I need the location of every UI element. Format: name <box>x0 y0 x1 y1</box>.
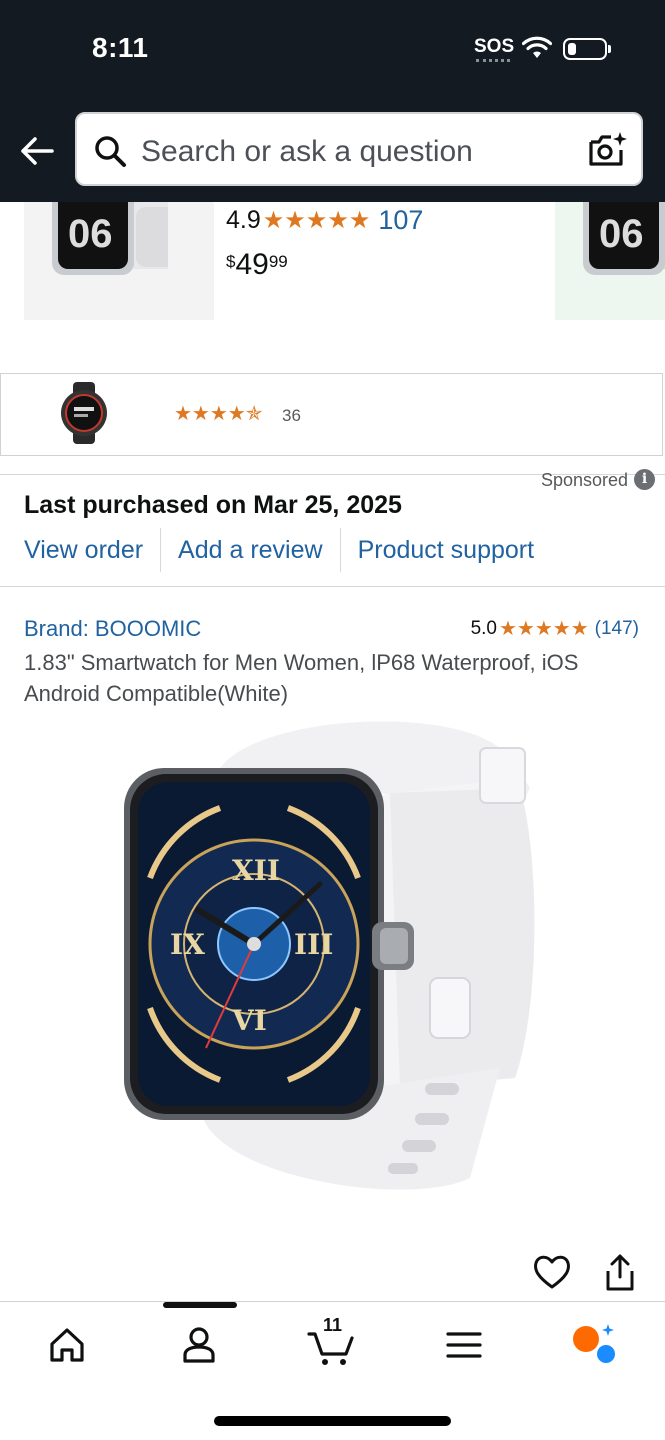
menu-icon[interactable] <box>439 1320 489 1370</box>
ad-review-count: 36 <box>282 406 301 425</box>
app-header: 8:11 SOS Search or ask a question <box>0 0 665 202</box>
sponsored-label: Sponsored <box>541 470 629 490</box>
sponsored-ad-card[interactable]: ★★★★✯ 36 <box>0 373 663 456</box>
svg-text:06: 06 <box>68 212 113 256</box>
battery-tip <box>608 45 611 53</box>
rufus-icon[interactable] <box>570 1320 620 1370</box>
info-icon[interactable]: i <box>634 469 655 490</box>
svg-text:IX: IX <box>170 928 205 961</box>
link-separator <box>160 528 162 572</box>
svg-text:XII: XII <box>232 854 280 887</box>
ad-star-rating-icon: ★★★★✯ <box>174 403 263 425</box>
back-arrow-icon[interactable] <box>18 132 56 170</box>
search-input[interactable]: Search or ask a question <box>75 112 643 186</box>
active-tab-indicator <box>163 1302 237 1308</box>
home-indicator <box>214 1416 451 1426</box>
smartwatch-green-image: 06 <box>583 202 665 275</box>
wifi-icon <box>522 36 552 58</box>
sos-indicator: SOS <box>474 36 515 57</box>
camera-search-icon[interactable] <box>587 130 627 170</box>
heart-icon[interactable] <box>532 1253 572 1291</box>
account-icon[interactable] <box>174 1320 224 1370</box>
review-count-link[interactable]: 107 <box>378 205 423 236</box>
status-time: 8:11 <box>92 32 149 63</box>
star-rating-icon: ★★★★★ <box>262 207 371 234</box>
brand-link[interactable]: Brand: BOOOMIC <box>24 616 201 642</box>
purchase-links: View order Add a review Product support <box>24 528 534 572</box>
cart-icon[interactable] <box>306 1320 356 1370</box>
product-support-link[interactable]: Product support <box>358 536 535 565</box>
review-count-link[interactable]: (147) <box>595 618 639 640</box>
product-rating[interactable]: 5.0 ★★★★★ (147) <box>471 616 639 641</box>
svg-text:VI: VI <box>231 1004 267 1037</box>
carousel-product-image-next[interactable]: 06 <box>555 202 665 320</box>
home-icon[interactable] <box>42 1320 92 1370</box>
smartwatch-product-image[interactable]: XII III IX VI <box>110 708 560 1208</box>
price-fraction: 99 <box>268 252 288 271</box>
star-rating-icon: ★★★★★ <box>498 618 589 640</box>
carousel-product-image[interactable]: 06 <box>24 202 214 320</box>
carousel-rating[interactable]: 4.9 ★★★★★ 107 <box>226 205 423 236</box>
last-purchased-heading: Last purchased on Mar 25, 2025 <box>24 491 402 519</box>
section-divider <box>0 586 665 587</box>
signal-dots <box>476 59 510 62</box>
carousel-price: $4999 <box>226 248 288 282</box>
smartwatch-image: 06 <box>52 202 168 275</box>
battery-icon <box>563 38 607 60</box>
rugged-watch-thumbnail <box>61 382 107 444</box>
rating-value: 5.0 <box>470 617 497 639</box>
svg-text:III: III <box>294 928 333 961</box>
share-icon[interactable] <box>603 1253 637 1293</box>
view-order-link[interactable]: View order <box>24 536 143 565</box>
price-symbol: $ <box>226 252 236 271</box>
search-icon <box>95 136 126 167</box>
price-whole: 49 <box>235 248 269 281</box>
svg-text:06: 06 <box>599 212 644 256</box>
link-separator <box>339 528 341 572</box>
product-title[interactable]: 1.83" Smartwatch for Men Women, lP68 Wat… <box>24 647 644 709</box>
search-placeholder: Search or ask a question <box>141 135 473 168</box>
rating-value: 4.9 <box>226 206 261 234</box>
add-review-link[interactable]: Add a review <box>178 536 323 565</box>
